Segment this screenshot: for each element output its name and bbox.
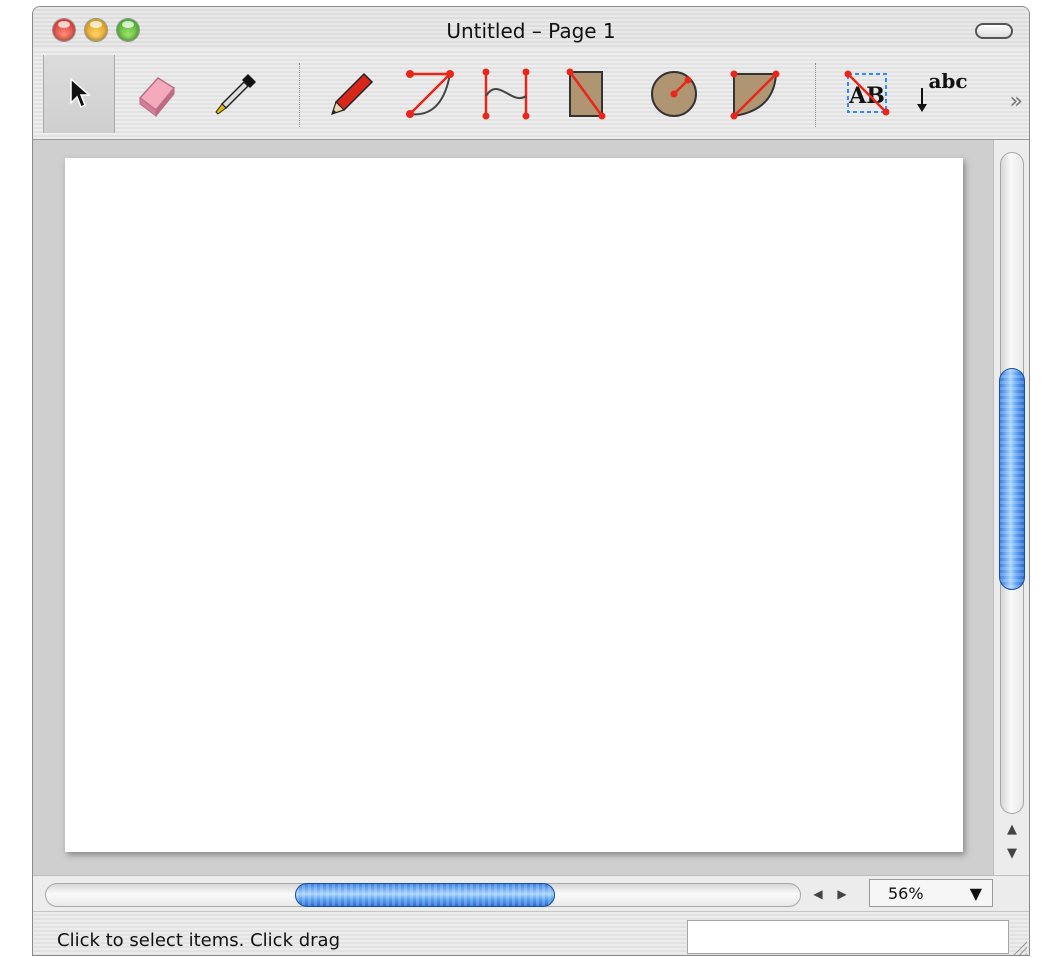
arc-tool-button[interactable]	[395, 55, 465, 133]
text-tool-button[interactable]: abc	[907, 55, 977, 133]
eyedropper-tool-button[interactable]	[201, 55, 271, 133]
canvas-scroll-area[interactable]	[33, 140, 993, 875]
scroll-left-arrow[interactable]: ◀	[809, 884, 827, 904]
text-box-tool-button[interactable]: AB	[831, 55, 901, 133]
horizontal-scrollbar[interactable]: ◀ ▶ 56% ▼	[33, 875, 1029, 912]
scroll-up-arrow[interactable]: ▲	[1002, 820, 1022, 840]
select-tool-button[interactable]	[43, 55, 115, 133]
zoom-dropdown-arrow-icon: ▼	[969, 884, 982, 903]
status-field	[687, 920, 1009, 954]
scroll-right-arrow[interactable]: ▶	[833, 884, 851, 904]
tool-palette: AB abc »	[33, 49, 1029, 140]
vertical-scroll-thumb[interactable]	[999, 368, 1025, 590]
toolbar-separator	[299, 63, 300, 127]
horizontal-scroll-thumb[interactable]	[295, 883, 555, 907]
text-tool-icon: abc	[917, 69, 968, 112]
zoom-value: 56%	[888, 884, 924, 903]
circle-tool-button[interactable]	[639, 55, 709, 133]
eyedropper-icon	[215, 74, 256, 115]
status-bar: Click to select items. Click drag	[33, 911, 1029, 955]
vertical-scrollbar[interactable]: ▲ ▼	[993, 140, 1029, 875]
eraser-icon	[138, 77, 176, 118]
eraser-tool-button[interactable]	[121, 55, 191, 133]
status-message: Click to select items. Click drag	[57, 930, 340, 951]
pencil-tool-button[interactable]	[317, 55, 387, 133]
window-title: Untitled – Page 1	[446, 19, 616, 43]
arrow-pointer-icon	[70, 77, 91, 109]
bezier-tool-button[interactable]	[471, 55, 541, 133]
text-tool-label: abc	[928, 69, 967, 93]
drawing-window: Untitled – Page 1 AB abc » ▲ ▼ ◀ ▶ 56% ▼…	[32, 6, 1030, 956]
pencil-icon	[331, 72, 374, 115]
bezier-curve-icon	[482, 68, 530, 120]
scroll-down-arrow[interactable]: ▼	[1002, 844, 1022, 864]
toolbar-toggle-button[interactable]	[975, 23, 1013, 39]
rectangle-tool-button[interactable]	[551, 55, 621, 133]
circle-tool-icon	[651, 71, 697, 117]
rectangle-tool-icon	[566, 68, 606, 120]
arc-tool-icon	[406, 70, 454, 118]
drawing-page[interactable]	[65, 158, 963, 852]
text-box-icon: AB	[844, 70, 890, 116]
toolbar-separator	[815, 63, 816, 127]
title-bar[interactable]: Untitled – Page 1	[33, 7, 1029, 50]
wedge-tool-icon	[730, 70, 780, 120]
wedge-tool-button[interactable]	[721, 55, 791, 133]
resize-grip-icon[interactable]	[1009, 938, 1027, 955]
toolbar-overflow-button[interactable]: »	[1010, 89, 1023, 114]
zoom-popup[interactable]: 56% ▼	[869, 879, 993, 907]
